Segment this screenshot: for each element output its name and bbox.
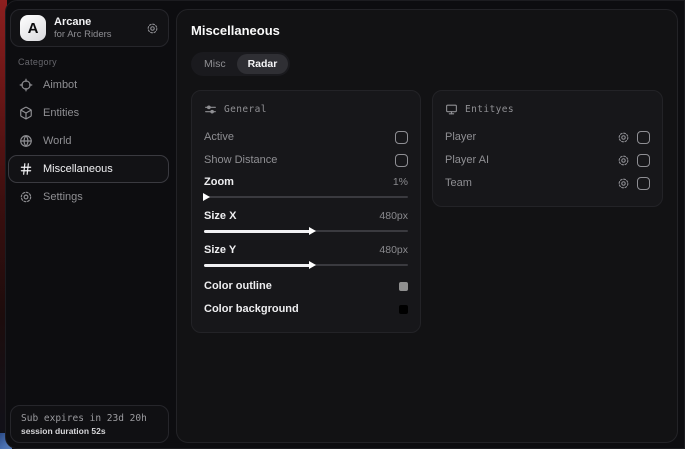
- slider-thumb[interactable]: [309, 227, 316, 235]
- monitor-icon: [445, 103, 458, 116]
- entities-card-title: Entityes: [465, 104, 514, 115]
- entity-row: Team: [445, 172, 650, 194]
- color-swatch[interactable]: [399, 305, 408, 314]
- general-card-title: General: [224, 104, 267, 115]
- app-logo: A: [20, 15, 46, 41]
- entity-label: Player AI: [445, 154, 489, 166]
- app-subtitle: for Arc Riders: [54, 29, 138, 40]
- checkbox[interactable]: [637, 154, 650, 167]
- setting-label: Show Distance: [204, 154, 277, 166]
- sidebar: A Arcane for Arc Riders Category Aimbot E…: [6, 1, 176, 448]
- checkbox[interactable]: [395, 154, 408, 167]
- gear-icon[interactable]: [146, 22, 159, 35]
- general-card-header: General: [204, 103, 408, 116]
- gear-icon[interactable]: [617, 154, 630, 167]
- color-setting-row: Color background: [204, 298, 408, 320]
- setting-label: Zoom: [204, 176, 234, 188]
- app-name: Arcane: [54, 16, 138, 29]
- entity-row: Player: [445, 126, 650, 148]
- category-label: Category: [18, 57, 57, 67]
- session-duration-text: session duration 52s: [21, 426, 158, 436]
- color-swatch[interactable]: [399, 282, 408, 291]
- main-panel: Miscellaneous MiscRadar General Active Sh…: [176, 9, 678, 443]
- checkbox[interactable]: [637, 131, 650, 144]
- entity-row: Player AI: [445, 149, 650, 171]
- hash-icon: [19, 162, 33, 176]
- slider-value: 1%: [393, 176, 408, 188]
- sidebar-item-settings[interactable]: Settings: [8, 183, 169, 211]
- sidebar-item-label: Settings: [43, 191, 83, 203]
- slider-track[interactable]: [204, 193, 408, 201]
- slider-row: Size Y 480px: [204, 241, 408, 269]
- tab-radar[interactable]: Radar: [237, 54, 289, 74]
- sub-expires-text: Sub expires in 23d 20h: [21, 413, 158, 424]
- sidebar-item-label: Miscellaneous: [43, 163, 113, 175]
- entities-card-header: Entityes: [445, 103, 650, 116]
- slider-value: 480px: [379, 244, 408, 256]
- page-title: Miscellaneous: [191, 23, 663, 38]
- app-window: A Arcane for Arc Riders Category Aimbot E…: [5, 0, 685, 449]
- slider-thumb[interactable]: [309, 261, 316, 269]
- crosshair-icon: [19, 78, 33, 92]
- setting-row: Show Distance: [204, 149, 408, 171]
- setting-row: Active: [204, 126, 408, 148]
- tab-misc[interactable]: Misc: [193, 54, 237, 74]
- slider-row: Size X 480px: [204, 207, 408, 235]
- tab-group: MiscRadar: [191, 52, 290, 76]
- general-card: General Active Show Distance Zoom 1% Size X 4…: [191, 90, 421, 333]
- sidebar-item-entities[interactable]: Entities: [8, 99, 169, 127]
- gear-icon[interactable]: [617, 131, 630, 144]
- subscription-info-box: Sub expires in 23d 20h session duration …: [10, 405, 169, 443]
- setting-label: Active: [204, 131, 234, 143]
- sidebar-item-label: Entities: [43, 107, 79, 119]
- sidebar-item-aimbot[interactable]: Aimbot: [8, 71, 169, 99]
- globe-icon: [19, 134, 33, 148]
- sidebar-item-label: Aimbot: [43, 79, 77, 91]
- sidebar-item-label: World: [43, 135, 72, 147]
- app-title-block: Arcane for Arc Riders: [54, 16, 138, 41]
- setting-label: Color outline: [204, 280, 272, 292]
- sidebar-item-miscellaneous[interactable]: Miscellaneous: [8, 155, 169, 183]
- sidebar-item-world[interactable]: World: [8, 127, 169, 155]
- slider-value: 480px: [379, 210, 408, 222]
- slider-row: Zoom 1%: [204, 173, 408, 201]
- setting-label: Color background: [204, 303, 299, 315]
- entity-label: Player: [445, 131, 476, 143]
- setting-label: Size Y: [204, 244, 236, 256]
- entity-label: Team: [445, 177, 472, 189]
- sliders-icon: [204, 103, 217, 116]
- slider-track[interactable]: [204, 261, 408, 269]
- checkbox[interactable]: [637, 177, 650, 190]
- entities-card: Entityes Player Player AI Team: [432, 90, 663, 207]
- slider-thumb[interactable]: [203, 193, 210, 201]
- sidebar-nav: Aimbot Entities World Miscellaneous Settings: [8, 71, 169, 211]
- slider-track[interactable]: [204, 227, 408, 235]
- checkbox[interactable]: [395, 131, 408, 144]
- setting-label: Size X: [204, 210, 236, 222]
- entities-icon: [19, 106, 33, 120]
- app-header: A Arcane for Arc Riders: [10, 9, 169, 47]
- gear-icon[interactable]: [617, 177, 630, 190]
- gear-icon: [19, 190, 33, 204]
- cards-container: General Active Show Distance Zoom 1% Size X 4…: [191, 90, 663, 333]
- color-setting-row: Color outline: [204, 275, 408, 297]
